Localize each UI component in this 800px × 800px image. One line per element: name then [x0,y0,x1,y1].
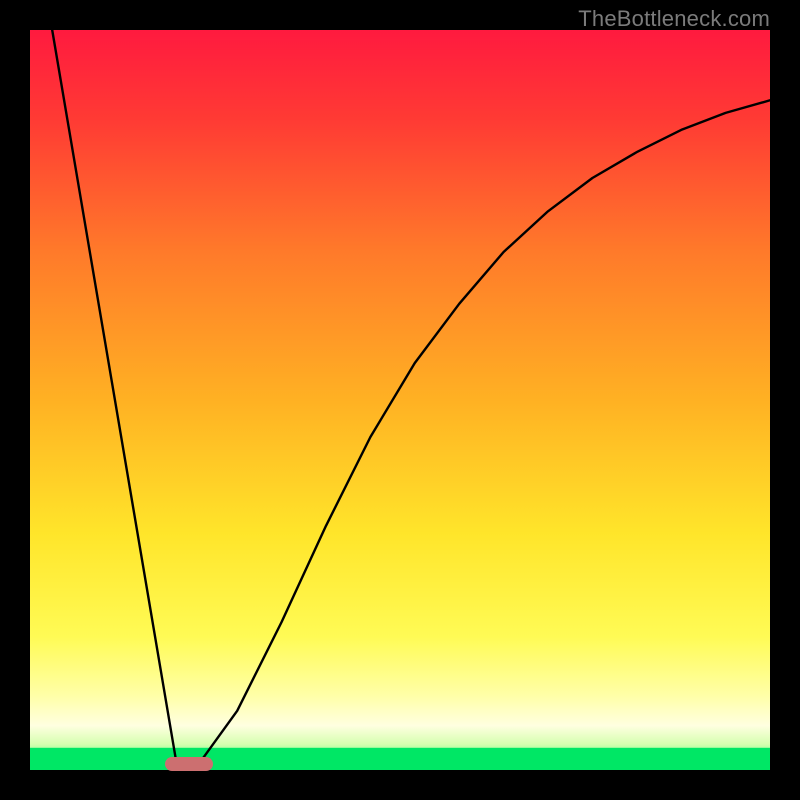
optimal-band [30,748,770,770]
optimal-marker [165,757,213,771]
bottleneck-chart [30,30,770,770]
chart-frame [30,30,770,770]
watermark-text: TheBottleneck.com [578,6,770,32]
